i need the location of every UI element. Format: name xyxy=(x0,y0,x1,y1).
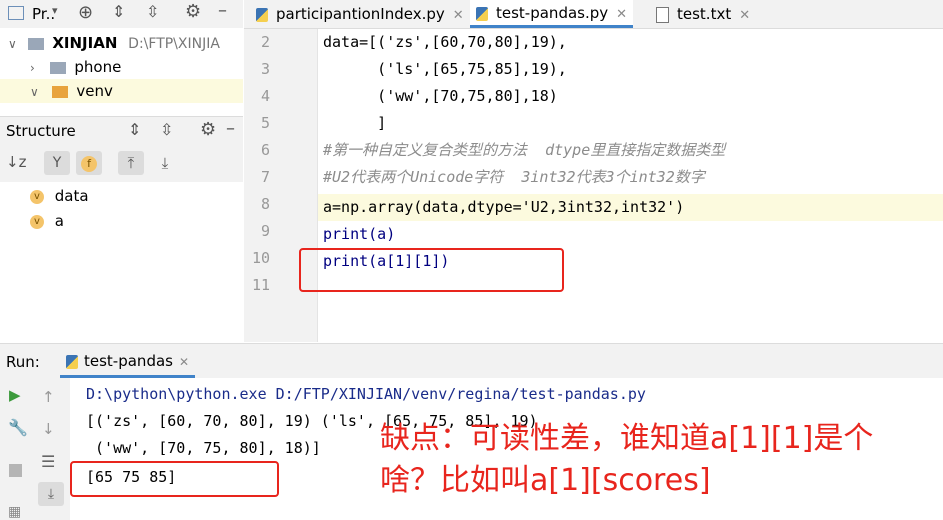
tab-test-txt[interactable]: test.txt ✕ xyxy=(656,0,750,28)
tree-item-phone[interactable]: › phone xyxy=(30,55,121,79)
annotation-line: 缺点：可读性差，谁知道a[1][1]是个 xyxy=(380,421,874,456)
project-tree: ∨ XINJIAN D:\FTP\XINJIA › phone ∨ venv xyxy=(0,28,243,116)
wrench-icon[interactable]: 🔧 xyxy=(8,418,28,437)
close-icon[interactable]: ✕ xyxy=(616,7,627,22)
tab-participantionindex[interactable]: participantionIndex.py ✕ xyxy=(256,0,464,28)
layout-icon[interactable]: ▦ xyxy=(8,504,21,520)
code-comment-line: #第一种自定义复合类型的方法 dtype里直接指定数据类型 xyxy=(323,141,726,159)
run-side-toolbar: ▶ ↑ 🔧 ↓ ☰ ⤓ ▦ xyxy=(0,378,70,520)
structure-title: Structure xyxy=(6,122,76,140)
console-command-line: D:\python\python.exe D:/FTP/XINJIAN/venv… xyxy=(86,385,646,403)
structure-item-data[interactable]: v data xyxy=(30,184,89,208)
root-folder-name: XINJIAN xyxy=(52,34,118,52)
expand-all-icon[interactable]: ⇕ xyxy=(112,2,125,21)
code-line: ] xyxy=(323,114,387,132)
text-file-icon xyxy=(656,6,669,23)
project-toolbar: Pr.. ▾ ⊕ ⇕ ⇳ ⚙ – xyxy=(0,0,243,29)
highlight-box-output xyxy=(70,461,279,497)
run-tab-label: test-pandas xyxy=(84,352,173,370)
structure-list: v data v a xyxy=(0,182,243,342)
annotation-text: 缺点：可读性差，谁知道a[1][1]是个 啥？比如叫a[1][scores] xyxy=(380,418,940,502)
autoscroll-from-source-icon[interactable]: ⤓ xyxy=(152,151,178,175)
line-number: 6 xyxy=(260,141,270,159)
chevron-right-icon[interactable]: › xyxy=(30,61,35,75)
chevron-down-icon[interactable]: ∨ xyxy=(30,85,39,99)
code-line: a=np.array(data,dtype='U2,3int32,int32') xyxy=(323,198,685,216)
folder-icon xyxy=(27,37,44,50)
root-folder-path: D:\FTP\XINJIA xyxy=(128,36,220,52)
tab-label: test-pandas.py xyxy=(496,4,609,22)
code-line: ('ls',[65,75,85],19), xyxy=(323,60,567,78)
minimize-icon[interactable]: – xyxy=(226,118,235,139)
line-number-gutter: 2 3 4 5 6 7 8 9 10 11 xyxy=(244,29,318,342)
structure-item-a[interactable]: v a xyxy=(30,209,64,233)
line-number: 10 xyxy=(251,249,270,267)
tab-test-pandas[interactable]: test-pandas.py ✕ xyxy=(470,0,634,28)
line-number: 8 xyxy=(260,195,270,213)
line-number: 5 xyxy=(260,114,270,132)
console-output-line: ('ww', [70, 75, 80], 18)] xyxy=(86,439,321,457)
python-file-icon xyxy=(476,6,488,21)
autoscroll-to-source-icon[interactable]: ⤒ xyxy=(118,151,144,175)
python-file-icon xyxy=(66,354,78,369)
minimize-icon[interactable]: – xyxy=(218,0,227,21)
tab-label: test.txt xyxy=(677,5,732,23)
tree-root[interactable]: ∨ XINJIAN D:\FTP\XINJIA xyxy=(8,31,220,55)
show-functions-icon[interactable]: f xyxy=(76,151,102,175)
down-arrow-icon[interactable]: ↓ xyxy=(42,420,55,438)
chevron-down-icon[interactable]: ∨ xyxy=(8,37,17,51)
annotation-line: 啥？比如叫a[1][scores] xyxy=(380,463,711,498)
run-label: Run: xyxy=(6,353,40,371)
highlight-box-code xyxy=(299,248,564,292)
up-arrow-icon[interactable]: ↑ xyxy=(42,388,55,406)
gear-icon[interactable]: ⚙ xyxy=(185,1,201,22)
editor-tab-bar: participantionIndex.py ✕ test-pandas.py ✕ … xyxy=(244,0,943,29)
stop-icon[interactable] xyxy=(9,464,22,477)
python-file-icon xyxy=(256,7,268,22)
code-line: print(a) xyxy=(323,225,396,243)
gear-icon[interactable]: ⚙ xyxy=(200,119,216,140)
line-number: 7 xyxy=(260,168,270,186)
line-number: 11 xyxy=(251,276,270,294)
line-number: 2 xyxy=(260,33,270,51)
close-icon[interactable]: ✕ xyxy=(739,8,750,23)
code-line: ('ww',[70,75,80],18) xyxy=(323,87,558,105)
close-icon[interactable]: ✕ xyxy=(179,355,189,369)
project-view-icon[interactable] xyxy=(8,6,24,20)
code-line: data=[('zs',[60,70,80],19), xyxy=(323,33,567,51)
structure-item-label: a xyxy=(54,212,64,230)
show-fields-icon[interactable]: Y xyxy=(44,151,70,175)
line-number: 4 xyxy=(260,87,270,105)
soft-wrap-icon[interactable]: ☰ xyxy=(41,452,55,471)
variable-icon: v xyxy=(30,214,44,229)
collapse-all-icon[interactable]: ⇳ xyxy=(160,120,173,139)
collapse-all-icon[interactable]: ⇳ xyxy=(146,2,159,21)
run-panel-header: Run: test-pandas ✕ xyxy=(0,343,943,378)
structure-header: Structure ⇕ ⇳ ⚙ – xyxy=(0,116,243,146)
tree-item-label: venv xyxy=(76,82,113,100)
tree-item-venv[interactable]: ∨ venv xyxy=(0,79,243,103)
locate-icon[interactable]: ⊕ xyxy=(78,2,93,23)
chevron-down-icon[interactable]: ▾ xyxy=(52,4,58,17)
play-icon[interactable]: ▶ xyxy=(9,386,21,404)
tree-item-label: phone xyxy=(74,58,122,76)
folder-icon xyxy=(49,61,66,74)
line-number: 3 xyxy=(260,60,270,78)
line-number: 9 xyxy=(260,222,270,240)
tab-label: participantionIndex.py xyxy=(276,5,445,23)
structure-item-label: data xyxy=(54,187,89,205)
close-icon[interactable]: ✕ xyxy=(453,8,464,23)
code-editor[interactable]: data=[('zs',[60,70,80],19), ('ls',[65,75… xyxy=(318,29,943,342)
code-comment-line: #U2代表两个Unicode字符 3int32代表3个int32数字 xyxy=(323,168,705,186)
run-tab[interactable]: test-pandas ✕ xyxy=(60,344,196,378)
scroll-to-end-icon[interactable]: ⤓ xyxy=(38,482,64,506)
variable-icon: v xyxy=(30,189,44,204)
folder-icon xyxy=(51,85,68,98)
sort-alpha-icon[interactable]: ↓z xyxy=(6,153,26,171)
expand-all-icon[interactable]: ⇕ xyxy=(128,120,141,139)
structure-toolbar: ↓z Y f ⤒ ⤓ xyxy=(0,145,243,183)
